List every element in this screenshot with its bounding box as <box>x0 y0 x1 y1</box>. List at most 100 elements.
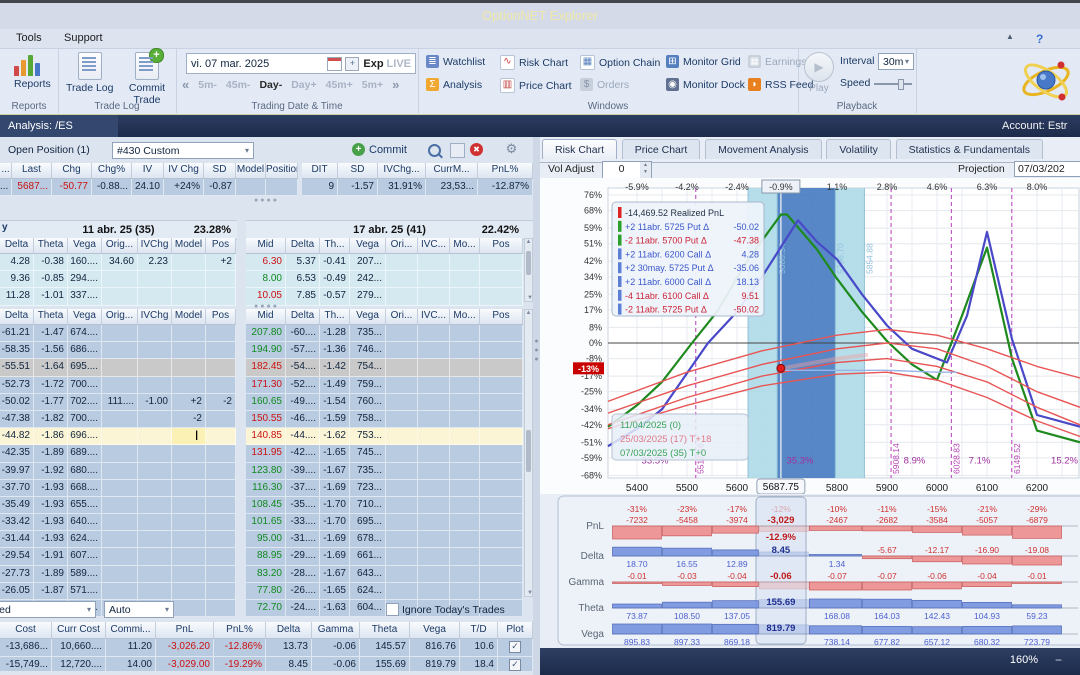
col-header[interactable]: Cost <box>0 622 52 638</box>
table-row[interactable]: -27.73 -1.89 589.... <box>0 565 236 583</box>
table-row[interactable]: -29.54 -1.91 607.... <box>0 548 236 566</box>
col-header[interactable]: Gamma <box>312 622 360 638</box>
splitter-handle[interactable]: ●●●● <box>0 197 533 204</box>
nav-day-plus[interactable]: Day+ <box>291 79 316 91</box>
table-row[interactable]: 116.30 -37.... -1.69 723... <box>246 479 523 497</box>
tab-price-chart[interactable]: Price Chart <box>621 139 701 159</box>
col-header[interactable]: PnL <box>156 622 214 638</box>
col-header[interactable]: IVC... <box>418 309 450 324</box>
col-header[interactable]: IVChg <box>138 238 172 253</box>
col-header[interactable]: Chg% <box>92 163 132 178</box>
col-header[interactable]: Pos <box>480 309 523 324</box>
combine-mode-select[interactable]: Combined▾ <box>0 601 96 618</box>
col-header[interactable]: Ori... <box>386 309 418 324</box>
table-row[interactable]: ... 5687... -50.77 -0.88... 24.10 +24% -0.87 <box>0 179 298 196</box>
table-row[interactable]: -55.51 -1.64 695.... <box>0 359 236 377</box>
table-row[interactable]: -47.38 -1.82 700.... -2 <box>0 410 236 429</box>
col-header[interactable]: Last <box>12 163 52 178</box>
nav-day-minus[interactable]: Day- <box>259 79 282 91</box>
menu-support[interactable]: Support <box>58 31 109 45</box>
table-row[interactable]: 108.45 -35.... -1.70 710... <box>246 496 523 515</box>
nav-5m-minus[interactable]: 5m- <box>198 79 217 91</box>
close-icon[interactable]: ✖ <box>470 143 483 156</box>
table-row[interactable]: 160.65 -49.... -1.54 760... <box>246 393 523 411</box>
table-row[interactable]: -44.82 -1.86 696.... | <box>0 428 236 446</box>
nav-45m-minus[interactable]: 45m- <box>226 79 251 91</box>
col-header[interactable]: Mo... <box>450 238 480 253</box>
col-header[interactable]: SD <box>204 163 236 178</box>
zoom-out-icon[interactable]: − <box>1055 653 1062 667</box>
table-row[interactable]: 77.80 -26.... -1.65 624... <box>246 582 523 600</box>
col-header[interactable]: Delta <box>0 309 34 324</box>
interval-select[interactable]: 30m ▾ <box>878 53 914 70</box>
table-row[interactable]: -52.73 -1.72 700.... <box>0 376 236 394</box>
col-header[interactable]: Theta <box>34 238 68 253</box>
table-row[interactable]: 182.45 -54.... -1.42 754... <box>246 359 523 377</box>
time-step-icon[interactable]: + <box>345 56 360 71</box>
trade-log-button[interactable]: Trade Log <box>66 52 113 94</box>
table-row[interactable]: -35.49 -1.93 655.... <box>0 496 236 515</box>
table-row[interactable]: -39.97 -1.92 680.... <box>0 462 236 480</box>
col-header[interactable]: SD <box>338 163 378 178</box>
col-header[interactable]: Position <box>266 163 298 178</box>
table-row[interactable]: 9 -1.57 31.91% 23,53... -12.87% <box>302 179 533 196</box>
table-row[interactable]: 95.00 -31.... -1.69 678... <box>246 531 523 549</box>
reports-button[interactable]: Reports <box>14 52 51 90</box>
analysis-button[interactable]: Σ Analysis <box>426 78 482 91</box>
col-header[interactable]: IV Chg <box>164 163 204 178</box>
col-header[interactable]: Theta <box>360 622 410 638</box>
col-header[interactable]: Mid <box>246 238 286 253</box>
col-header[interactable]: Plot <box>498 622 533 638</box>
expiry-header-2[interactable]: 17 abr. 25 (41) 22.42% <box>246 220 533 240</box>
ignore-trades-checkbox[interactable] <box>386 603 399 617</box>
plot-checkbox[interactable]: ✓ <box>509 658 521 671</box>
col-header[interactable]: Curr Cost <box>52 622 106 638</box>
nav-45m-plus[interactable]: 45m+ <box>326 79 353 91</box>
projection-input[interactable]: 07/03/202 <box>1014 161 1080 177</box>
table-row[interactable]: 6.30 5.37 -0.41 207... <box>246 254 523 272</box>
risk-chart[interactable]: 5622.165680.345796.705854.885517.465908.… <box>540 178 1080 494</box>
table-row[interactable]: 171.30 -52.... -1.49 759... <box>246 376 523 394</box>
col-header[interactable]: Chg <box>52 163 92 178</box>
col-header[interactable]: Mo... <box>450 309 480 324</box>
calls-scrollbar[interactable]: ▲ ▼ <box>524 238 533 302</box>
col-header[interactable]: Vega <box>350 238 386 253</box>
vol-adjust-spinner[interactable]: 0 ▲ ▼ <box>602 161 652 179</box>
col-header[interactable]: Pos <box>480 238 523 253</box>
speed-slider-handle[interactable] <box>898 79 904 90</box>
table-row[interactable]: -31.44 -1.93 624.... <box>0 531 236 549</box>
speed-slider[interactable] <box>874 79 912 90</box>
panel-splitter[interactable]: ● ● ● <box>533 137 540 675</box>
col-header[interactable]: Delta <box>286 238 320 253</box>
monitor-grid-button[interactable]: ⊞ Monitor Grid <box>666 55 741 68</box>
auto-select[interactable]: Auto ▾ <box>104 601 174 618</box>
table-row[interactable]: 150.55 -46.... -1.59 758... <box>246 410 523 429</box>
strategy-select[interactable]: #430 Custom ▾ <box>112 142 254 159</box>
col-header[interactable]: Vega <box>350 309 386 324</box>
table-row[interactable]: -61.21 -1.47 674.... <box>0 325 236 343</box>
option-chain-button[interactable]: ▦ Option Chain <box>580 55 660 70</box>
table-row[interactable]: -33.42 -1.93 640.... <box>0 514 236 532</box>
expiry-header-1[interactable]: 11 abr. 25 (35) 23.28% <box>0 220 237 240</box>
col-header[interactable]: Vega <box>68 309 102 324</box>
col-header[interactable]: Model <box>236 163 266 178</box>
spinner-arrows-icon[interactable]: ▲ ▼ <box>640 162 651 178</box>
ribbon-collapse-icon[interactable]: ▲ <box>1000 31 1020 42</box>
col-header[interactable]: Pos <box>206 309 236 324</box>
col-header[interactable]: Pos <box>206 238 236 253</box>
price-chart-button[interactable]: ▥ Price Chart <box>500 78 572 93</box>
tab-volatility[interactable]: Volatility <box>826 139 891 159</box>
nav-5m-plus[interactable]: 5m+ <box>362 79 383 91</box>
plot-checkbox[interactable]: ✓ <box>509 641 521 654</box>
col-header[interactable]: Commi... <box>106 622 156 638</box>
col-header[interactable]: Delta <box>0 238 34 253</box>
calendar-icon[interactable] <box>327 56 343 71</box>
table-row[interactable]: 4.28 -0.38 160.... 34.60 2.23 +2 <box>0 254 236 272</box>
trading-date-input[interactable]: vi. 07 mar. 2025 + Exp LIVE <box>186 53 416 74</box>
table-row[interactable]: -37.70 -1.93 668.... <box>0 479 236 497</box>
col-header[interactable]: Model <box>172 238 206 253</box>
col-header[interactable]: T/D <box>460 622 498 638</box>
table-row[interactable]: 131.95 -42.... -1.65 745... <box>246 445 523 463</box>
col-header[interactable]: Orig... <box>102 238 138 253</box>
gear-icon[interactable]: ⚙ <box>505 142 518 155</box>
